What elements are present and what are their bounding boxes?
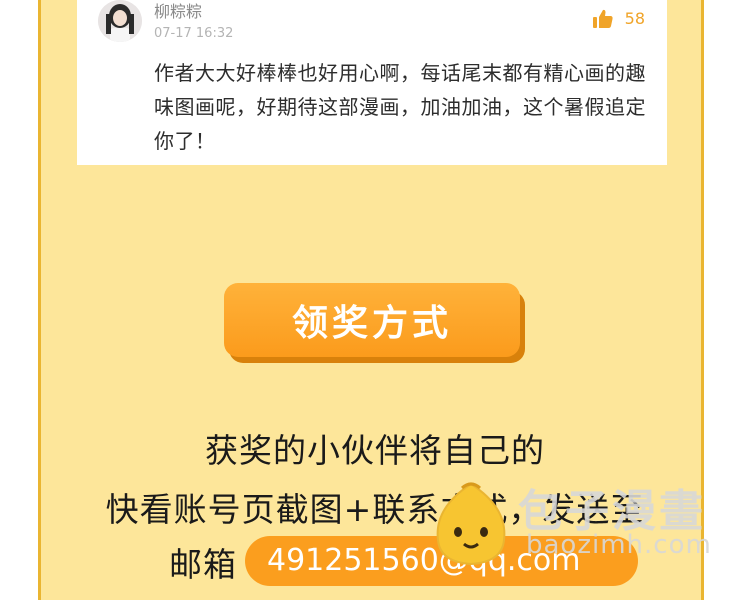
avatar[interactable] (98, 0, 142, 42)
email-label: 邮箱 (169, 545, 237, 584)
like-count: 58 (624, 9, 645, 28)
bun-logo-icon (436, 482, 506, 566)
comment-timestamp: 07-17 16:32 (154, 26, 234, 41)
comment-text: 作者大大好棒棒也好用心啊，每话尾末都有精心画的趣味图画呢，好期待这部漫画，加油加… (154, 61, 646, 153)
watermark-domain: baozimh.com (526, 530, 712, 560)
claim-method-button[interactable]: 领奖方式 (224, 283, 520, 357)
comment-card: 柳粽粽 07-17 16:32 58 作者大大好棒棒也好用心啊，每话尾末都有精心… (77, 0, 667, 165)
instruction-line-1: 获奖的小伙伴将自己的 (205, 431, 545, 470)
like-button[interactable]: 58 (592, 9, 645, 28)
comment-username[interactable]: 柳粽粽 (154, 0, 202, 22)
thumbs-up-icon (592, 9, 613, 28)
